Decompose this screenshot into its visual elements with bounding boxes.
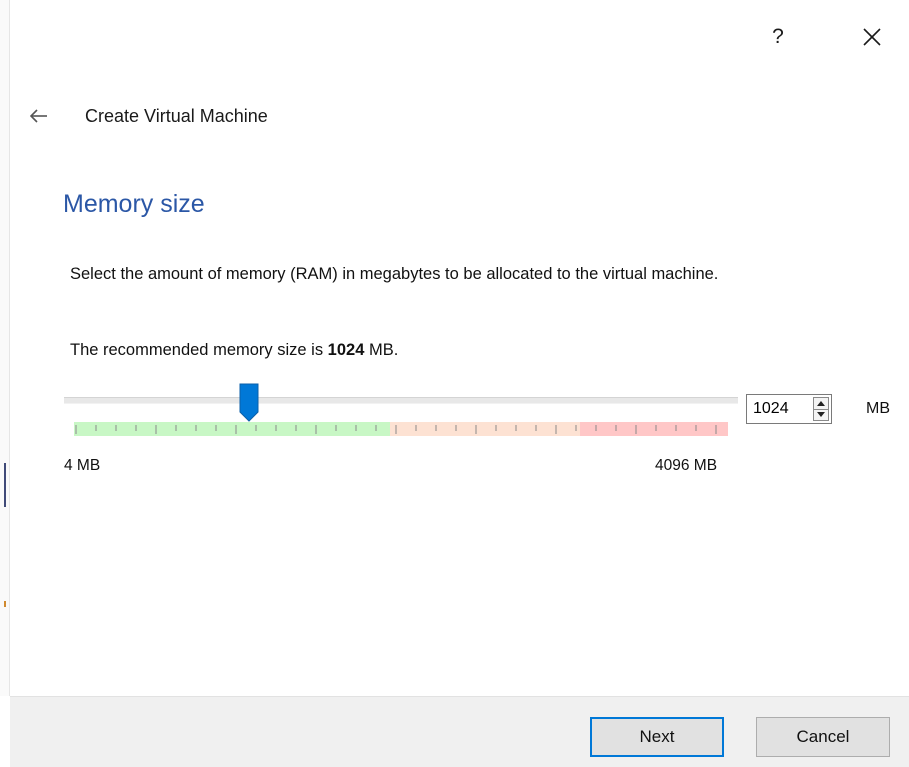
memory-unit-label: MB	[866, 400, 890, 417]
close-icon	[863, 28, 881, 46]
cancel-button[interactable]: Cancel	[756, 717, 890, 757]
next-button[interactable]: Next	[590, 717, 724, 757]
arrow-left-icon	[30, 109, 47, 123]
memory-size-input[interactable]	[747, 395, 807, 423]
recommend-prefix: The recommended memory size is	[70, 341, 328, 359]
triangle-down-icon	[817, 412, 825, 417]
dialog-footer: Next Cancel	[10, 696, 909, 767]
window-left-edge	[0, 0, 10, 696]
memory-spinbox[interactable]	[746, 394, 832, 424]
slider-min-label: 4 MB	[64, 457, 101, 474]
recommend-value: 1024	[327, 341, 365, 359]
create-vm-dialog: ? Create Virtual Machine Memory size Sel…	[0, 0, 909, 767]
wizard-title: Create Virtual Machine	[85, 106, 268, 126]
help-button[interactable]: ?	[764, 20, 792, 54]
recommended-size-text: The recommended memory size is 1024 MB.	[70, 341, 398, 360]
background-window-fragment	[4, 463, 6, 507]
back-button[interactable]	[28, 104, 54, 130]
page-description: Select the amount of memory (RAM) in meg…	[70, 265, 719, 283]
recommend-suffix: MB.	[364, 341, 399, 359]
slider-groove[interactable]	[64, 397, 738, 404]
page-title: Memory size	[63, 190, 205, 218]
spin-down-button[interactable]	[814, 409, 828, 420]
spin-arrows	[813, 397, 829, 421]
slider-ticks	[75, 425, 717, 434]
memory-slider[interactable]	[64, 380, 738, 440]
background-window-fragment	[4, 601, 6, 607]
slider-handle[interactable]	[238, 382, 260, 422]
triangle-up-icon	[817, 401, 825, 406]
close-button[interactable]	[854, 20, 890, 54]
slider-max-label: 4096 MB	[655, 457, 718, 474]
